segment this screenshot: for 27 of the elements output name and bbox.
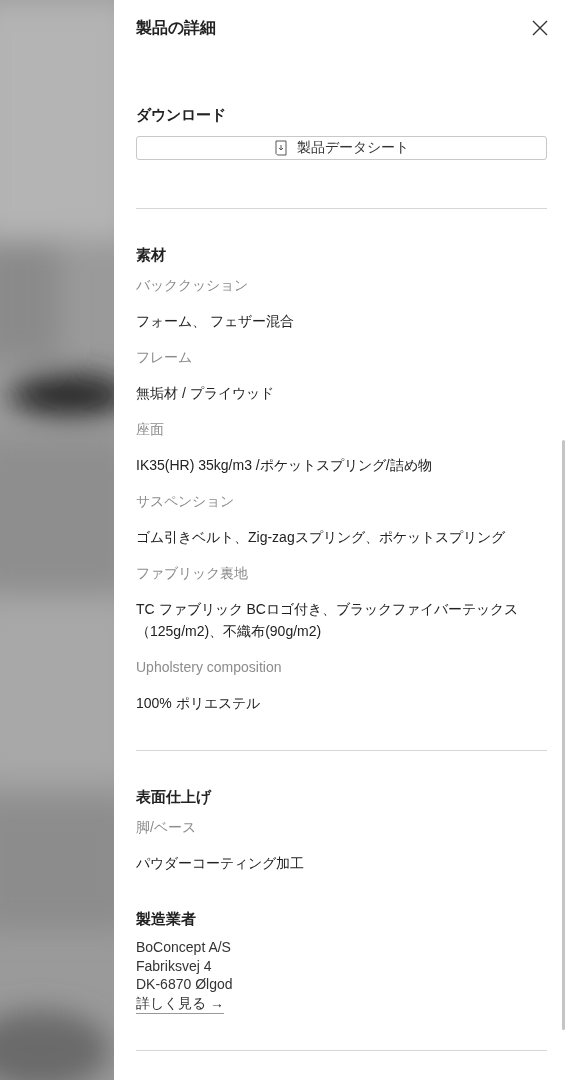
section-heading: 製造業者 [136, 909, 197, 929]
scrollbar[interactable] [562, 440, 565, 1030]
spec-value: ゴム引きベルト、Zig-zagスプリング、ポケットスプリング [136, 528, 506, 547]
spec-value: パウダーコーティング加工 [136, 854, 305, 873]
section-heading: 素材 [136, 245, 167, 265]
section-heading: ダウンロード [136, 105, 227, 125]
spec-label: フレーム [136, 348, 193, 367]
spec-value: IK35(HR) 35kg/m3 /ポケットスプリング/詰め物 [136, 456, 433, 475]
document-download-icon [274, 140, 287, 156]
spec-label: バッククッション [136, 276, 249, 295]
spec-value: フォーム、 フェザー混合 [136, 312, 295, 331]
panel-title: 製品の詳細 [136, 17, 216, 38]
address-line: BoConcept A/S [136, 938, 232, 957]
address-line: DK-6870 Ølgod [136, 975, 234, 994]
spec-value: 100% ポリエステル [136, 694, 261, 713]
spec-label: 脚/ベース [136, 818, 197, 837]
more-link[interactable]: 詳しく見る → [136, 993, 224, 1014]
spec-label: Upholstery composition [136, 658, 283, 677]
address-line: Fabriksvej 4 [136, 956, 213, 975]
download-button[interactable]: 製品データシート [136, 136, 547, 160]
spec-value: 無垢材 / プライウッド [136, 384, 275, 403]
spec-value: TC ファブリック BCロゴ付き、ブラックファイバーテックス（125g/m2)、不織布(90g/m2) [136, 600, 519, 641]
close-icon[interactable] [532, 20, 548, 36]
spec-label: サスペンション [136, 492, 235, 511]
spec-label: ファブリック裏地 [136, 564, 249, 583]
spec-label: 座面 [136, 420, 165, 439]
section-heading: 表面仕上げ [136, 787, 213, 807]
